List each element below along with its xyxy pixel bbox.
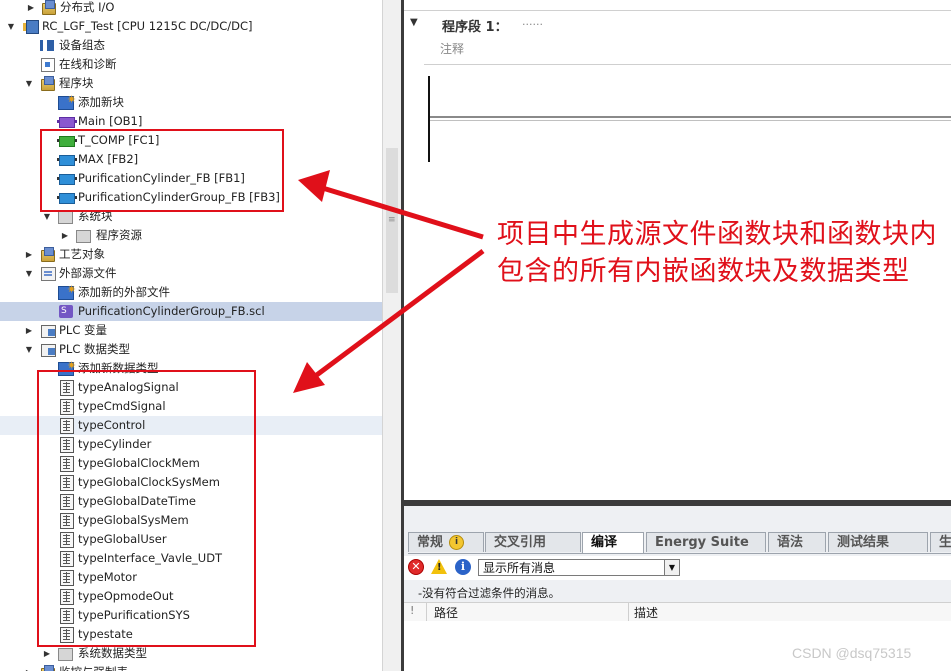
info-icon: i (449, 535, 465, 550)
tab-general[interactable]: 常规 i (408, 532, 484, 552)
ladder-power-rail (428, 76, 430, 162)
highlight-box-function-blocks (40, 129, 284, 212)
column-separator (426, 603, 427, 621)
folder-icon (42, 0, 56, 15)
tree-item-external-sources[interactable]: ▼ 外部源文件 (0, 264, 382, 283)
tab-more[interactable]: 生 (930, 532, 951, 552)
plc-tags-icon (41, 325, 56, 338)
ob-block-icon (57, 117, 77, 128)
tree-item-program-blocks[interactable]: ▼ 程序块 (0, 74, 382, 93)
column-header-flag[interactable]: ! (410, 604, 414, 617)
tab-syntax[interactable]: 语法 (768, 532, 826, 552)
collapse-arrow-icon[interactable]: ▼ (24, 74, 34, 93)
add-new-icon (58, 90, 76, 110)
column-header-path[interactable]: 路径 (434, 604, 458, 621)
network-comment[interactable]: 注释 (440, 40, 464, 57)
messages-table-header: ! 路径 描述 (404, 602, 951, 622)
divider (424, 64, 951, 65)
tree-scrollbar[interactable]: ≡ (382, 0, 403, 671)
inspector-tabs: 常规 i 交叉引用 编译 Energy Suite 语法 测试结果 生 (408, 532, 951, 554)
tab-energy-suite[interactable]: Energy Suite (646, 532, 766, 552)
expand-arrow-icon[interactable]: ▶ (24, 663, 34, 671)
collapse-arrow-icon[interactable]: ▼ (6, 17, 16, 36)
tree-item-add-external-file[interactable]: 添加新的外部文件 (0, 280, 382, 302)
column-header-description[interactable]: 描述 (634, 604, 658, 621)
plc-data-types-icon (41, 344, 56, 357)
tree-item-watch-force-tables[interactable]: ▶ 监控与强制表 (0, 663, 382, 671)
annotation-text: 项目中生成源文件函数块和函数块内包含的所有内嵌函数块及数据类型 (497, 219, 937, 287)
no-messages-text: -没有符合过滤条件的消息。 (418, 586, 561, 600)
tree-item-device-config[interactable]: 设备组态 (0, 36, 382, 55)
watermark: CSDN @dsq75315 (792, 645, 912, 661)
tree-item-plc-tags[interactable]: ▶ PLC 变量 (0, 321, 382, 340)
tab-compile[interactable]: 编译 (582, 532, 644, 554)
folder-icon (41, 247, 55, 262)
error-filter-icon[interactable]: ✕ (408, 559, 424, 575)
tree-item-cpu[interactable]: ▼ RC_LGF_Test [CPU 1215C DC/DC/DC] (0, 17, 382, 36)
cpu-icon (23, 20, 39, 34)
chevron-down-icon[interactable]: ▼ (664, 560, 679, 575)
system-block-icon (76, 230, 91, 243)
expand-arrow-icon[interactable]: ▶ (24, 245, 34, 264)
message-filter-bar: ✕ ! i 显示所有消息 ▼ (404, 556, 951, 580)
tree-item-plc-data-types[interactable]: ▼ PLC 数据类型 (0, 340, 382, 359)
tab-test-results[interactable]: 测试结果 (828, 532, 928, 552)
add-new-icon (58, 280, 76, 300)
network-title-placeholder[interactable]: ...... (522, 15, 543, 28)
info-filter-icon[interactable]: i (455, 559, 471, 575)
folder-icon (41, 76, 55, 91)
collapse-arrow-icon[interactable]: ▼ (24, 264, 34, 283)
collapse-arrow-icon[interactable]: ▼ (410, 17, 418, 28)
ladder-rung-shadow (430, 120, 951, 121)
tree-item-scl-file[interactable]: PurificationCylinderGroup_FB.scl (0, 302, 382, 321)
project-tree: ▶ 分布式 I/O ▼ RC_LGF_Test [CPU 1215C DC/DC… (0, 0, 382, 671)
tab-cross-reference[interactable]: 交叉引用 (485, 532, 581, 552)
ladder-rung[interactable] (430, 116, 951, 118)
warning-filter-icon[interactable]: ! (431, 559, 447, 574)
external-source-folder-icon (41, 267, 56, 281)
scl-file-icon (59, 305, 73, 318)
system-block-icon (58, 211, 73, 224)
tab-baseline (408, 553, 951, 554)
device-config-icon (40, 39, 54, 52)
expand-arrow-icon[interactable]: ▶ (26, 0, 36, 17)
highlight-box-data-types (37, 370, 256, 647)
network-header[interactable]: ▼ 程序段 1： ...... (404, 12, 951, 38)
expand-arrow-icon[interactable]: ▶ (24, 321, 34, 340)
system-block-icon (58, 648, 73, 661)
tree-item-distributed-io[interactable]: ▶ 分布式 I/O (0, 0, 382, 17)
online-diagnostics-icon (41, 58, 55, 72)
tree-item-program-resources[interactable]: ▶ 程序资源 (0, 226, 382, 245)
tree-item-technology-objects[interactable]: ▶ 工艺对象 (0, 245, 382, 264)
network-title: 程序段 1： (442, 20, 508, 35)
collapse-arrow-icon[interactable]: ▼ (24, 340, 34, 359)
editor-top-strip (404, 0, 951, 11)
tree-item-online-diagnostics[interactable]: 在线和诊断 (0, 55, 382, 74)
message-filter-select[interactable]: 显示所有消息 ▼ (478, 559, 680, 576)
tree-item-add-new-block[interactable]: 添加新块 (0, 90, 382, 112)
column-separator (628, 603, 629, 621)
expand-arrow-icon[interactable]: ▶ (60, 226, 70, 245)
grip-icon: ≡ (388, 215, 396, 225)
